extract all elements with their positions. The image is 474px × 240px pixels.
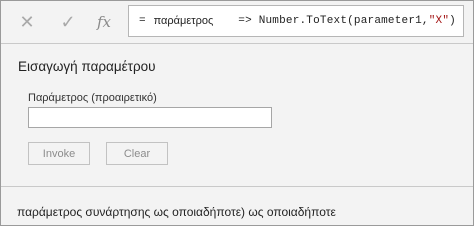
formula-code-prefix: => Number.ToText(parameter1, [238, 15, 429, 27]
formula-code-string: "X" [428, 15, 450, 27]
query-editor-window: ✕ ✓ fx = παράμετρος => Number.ToText(par… [0, 0, 474, 226]
formula-bar-divider [1, 43, 473, 44]
commit-icon[interactable]: ✓ [57, 11, 79, 33]
panel-divider [1, 186, 473, 187]
function-description: παράμετρος συνάρτησης ως οποιαδήποτε) ως… [17, 205, 336, 219]
formula-param-name: παράμετρος [153, 15, 214, 27]
formula-equals: = [139, 15, 146, 27]
clear-button[interactable]: Clear [106, 142, 168, 165]
parameter-label: Παράμετρος (προαιρετικό) [28, 92, 157, 104]
formula-code: => Number.ToText(parameter1,"X") [238, 15, 456, 27]
parameter-input[interactable] [28, 107, 272, 128]
formula-input[interactable]: = παράμετρος => Number.ToText(parameter1… [128, 5, 464, 37]
fx-icon[interactable]: fx [93, 11, 115, 33]
formula-code-suffix: ) [449, 15, 456, 27]
formula-bar: ✕ ✓ fx = παράμετρος => Number.ToText(par… [1, 1, 473, 43]
panel-title: Εισαγωγή παραμέτρου [18, 59, 156, 74]
invoke-button[interactable]: Invoke [28, 142, 90, 165]
cancel-icon[interactable]: ✕ [16, 11, 38, 33]
